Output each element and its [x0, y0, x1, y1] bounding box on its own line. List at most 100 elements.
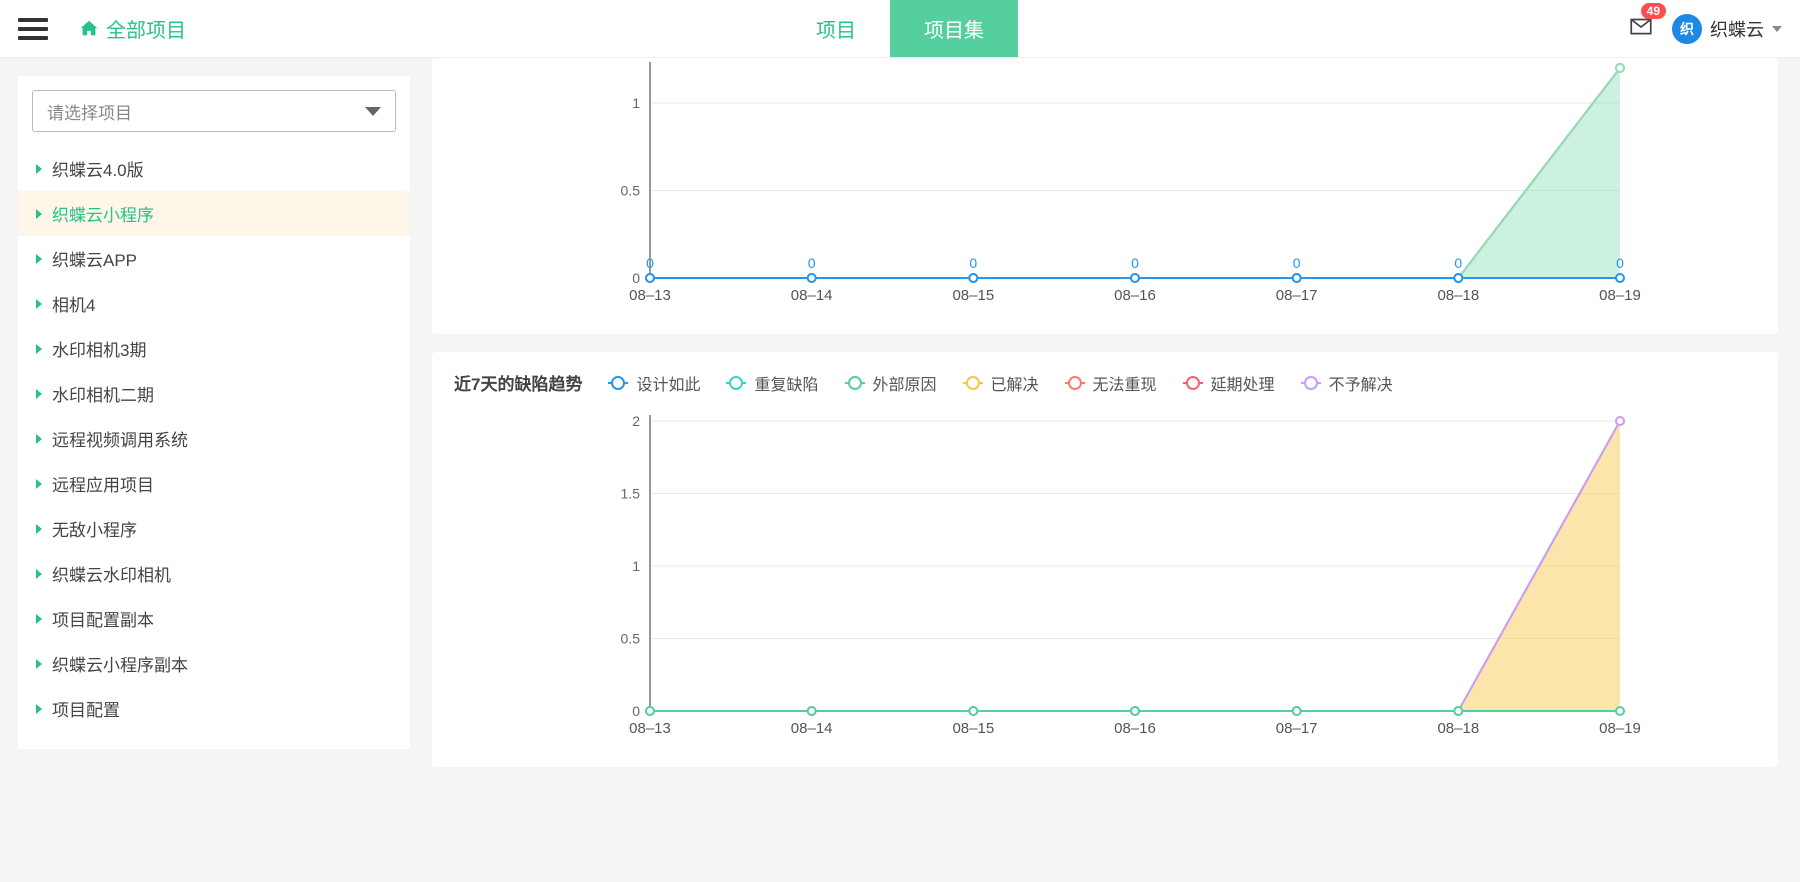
- legend-item[interactable]: 已解决: [963, 371, 1039, 395]
- svg-text:0: 0: [969, 255, 977, 271]
- legend-item[interactable]: 不予解决: [1301, 371, 1393, 395]
- caret-right-icon: [36, 389, 42, 399]
- legend-marker-icon: [963, 377, 983, 389]
- chart-head-defects: 近7天的缺陷趋势 设计如此 重复缺陷 外部原因 已解决 无法重现 延期处理 不予解决: [454, 370, 1756, 395]
- username: 织蝶云: [1710, 16, 1764, 42]
- svg-text:08–19: 08–19: [1599, 287, 1641, 304]
- chart-card-defects: 近7天的缺陷趋势 设计如此 重复缺陷 外部原因 已解决 无法重现 延期处理 不予解决 0 0.…: [432, 352, 1778, 767]
- svg-text:08–17: 08–17: [1276, 287, 1318, 304]
- caret-right-icon: [36, 569, 42, 579]
- svg-text:08–16: 08–16: [1114, 287, 1156, 304]
- svg-text:0: 0: [632, 703, 640, 719]
- sidebar-item-label: 水印相机二期: [52, 381, 154, 406]
- tab-project[interactable]: 项目: [782, 0, 890, 57]
- topbar: 全部项目 项目 项目集 49 织 织蝶云: [0, 0, 1800, 58]
- sidebar-item-5[interactable]: 水印相机二期: [18, 371, 410, 416]
- sidebar-item-11[interactable]: 织蝶云小程序副本: [18, 641, 410, 686]
- sidebar-item-6[interactable]: 远程视频调用系统: [18, 416, 410, 461]
- sidebar-item-label: 织蝶云小程序副本: [52, 651, 188, 676]
- main: 00.51000000008–1308–1408–1508–1608–1708–…: [410, 58, 1800, 789]
- sidebar-item-label: 织蝶云水印相机: [52, 561, 171, 586]
- legend-label: 外部原因: [873, 371, 937, 395]
- notifications-button[interactable]: 49: [1628, 13, 1654, 44]
- sidebar-item-label: 项目配置副本: [52, 606, 154, 631]
- svg-text:0.5: 0.5: [621, 183, 641, 199]
- svg-text:08–18: 08–18: [1437, 287, 1479, 304]
- svg-text:0: 0: [1131, 255, 1139, 271]
- svg-text:0.5: 0.5: [621, 631, 641, 647]
- caret-right-icon: [36, 614, 42, 624]
- notification-badge: 49: [1641, 3, 1666, 19]
- caret-right-icon: [36, 659, 42, 669]
- legend-item[interactable]: 延期处理: [1183, 371, 1275, 395]
- sidebar-item-2[interactable]: 织蝶云APP: [18, 236, 410, 281]
- caret-right-icon: [36, 704, 42, 714]
- legend-marker-icon: [1301, 377, 1321, 389]
- home-icon: [78, 18, 100, 40]
- legend-label: 无法重现: [1093, 371, 1157, 395]
- sidebar-item-0[interactable]: 织蝶云4.0版: [18, 146, 410, 191]
- caret-right-icon: [36, 209, 42, 219]
- caret-right-icon: [36, 479, 42, 489]
- legend-label: 已解决: [991, 371, 1039, 395]
- chart-legend: 设计如此 重复缺陷 外部原因 已解决 无法重现 延期处理 不予解决: [608, 371, 1392, 395]
- chevron-down-icon: [365, 107, 381, 116]
- chart-title: 近7天的缺陷趋势: [454, 370, 582, 395]
- svg-text:1: 1: [632, 558, 640, 574]
- svg-text:2: 2: [632, 413, 640, 429]
- svg-text:0: 0: [1454, 255, 1462, 271]
- home-link[interactable]: 全部项目: [78, 14, 186, 43]
- legend-item[interactable]: 无法重现: [1065, 371, 1157, 395]
- caret-right-icon: [36, 434, 42, 444]
- sidebar-item-4[interactable]: 水印相机3期: [18, 326, 410, 371]
- project-select[interactable]: 请选择项目: [32, 90, 396, 132]
- sidebar-item-1[interactable]: 织蝶云小程序: [18, 191, 410, 236]
- legend-label: 延期处理: [1211, 371, 1275, 395]
- legend-marker-icon: [845, 377, 865, 389]
- sidebar: 请选择项目 织蝶云4.0版织蝶云小程序织蝶云APP 相机4 水印相机3期水印相机二期…: [18, 76, 410, 749]
- tab-collection[interactable]: 项目集: [890, 0, 1018, 57]
- legend-label: 重复缺陷: [754, 371, 818, 395]
- sidebar-item-label: 相机4: [52, 291, 95, 316]
- topbar-right: 49 织 织蝶云: [1628, 13, 1800, 44]
- sidebar-item-8[interactable]: 无敌小程序: [18, 506, 410, 551]
- sidebar-item-7[interactable]: 远程应用项目: [18, 461, 410, 506]
- legend-item[interactable]: 重复缺陷: [726, 371, 818, 395]
- legend-label: 设计如此: [636, 371, 700, 395]
- chart-card-top: 00.51000000008–1308–1408–1508–1608–1708–…: [432, 58, 1778, 334]
- chevron-down-icon: [1772, 26, 1782, 32]
- chart-top: 00.51000000008–1308–1408–1508–1608–1708–…: [454, 58, 1756, 308]
- svg-text:1.5: 1.5: [621, 486, 641, 502]
- avatar: 织: [1672, 14, 1702, 44]
- svg-text:08–13: 08–13: [629, 287, 671, 304]
- menu-icon[interactable]: [18, 14, 48, 44]
- legend-marker-icon: [1065, 377, 1085, 389]
- svg-text:08–14: 08–14: [791, 720, 833, 737]
- sidebar-item-12[interactable]: 项目配置: [18, 686, 410, 731]
- svg-text:0: 0: [1616, 255, 1624, 271]
- legend-item[interactable]: 外部原因: [845, 371, 937, 395]
- sidebar-item-label: 织蝶云4.0版: [52, 156, 144, 181]
- sidebar-item-10[interactable]: 项目配置副本: [18, 596, 410, 641]
- caret-right-icon: [36, 254, 42, 264]
- sidebar-item-3[interactable]: 相机4: [18, 281, 410, 326]
- sidebar-item-label: 远程视频调用系统: [52, 426, 188, 451]
- svg-text:0: 0: [1293, 255, 1301, 271]
- sidebar-item-label: 项目配置: [52, 696, 120, 721]
- svg-text:08–15: 08–15: [952, 287, 994, 304]
- user-menu[interactable]: 织 织蝶云: [1672, 14, 1782, 44]
- svg-text:08–19: 08–19: [1599, 720, 1641, 737]
- tabs: 项目 项目集: [782, 0, 1018, 57]
- legend-item[interactable]: 设计如此: [608, 371, 700, 395]
- caret-right-icon: [36, 344, 42, 354]
- sidebar-item-label: 无敌小程序: [52, 516, 137, 541]
- svg-text:1: 1: [632, 95, 640, 111]
- svg-text:0: 0: [632, 270, 640, 286]
- svg-text:08–13: 08–13: [629, 720, 671, 737]
- legend-marker-icon: [726, 377, 746, 389]
- caret-right-icon: [36, 524, 42, 534]
- svg-text:08–18: 08–18: [1437, 720, 1479, 737]
- svg-text:0: 0: [646, 255, 654, 271]
- legend-marker-icon: [608, 377, 628, 389]
- sidebar-item-9[interactable]: 织蝶云水印相机: [18, 551, 410, 596]
